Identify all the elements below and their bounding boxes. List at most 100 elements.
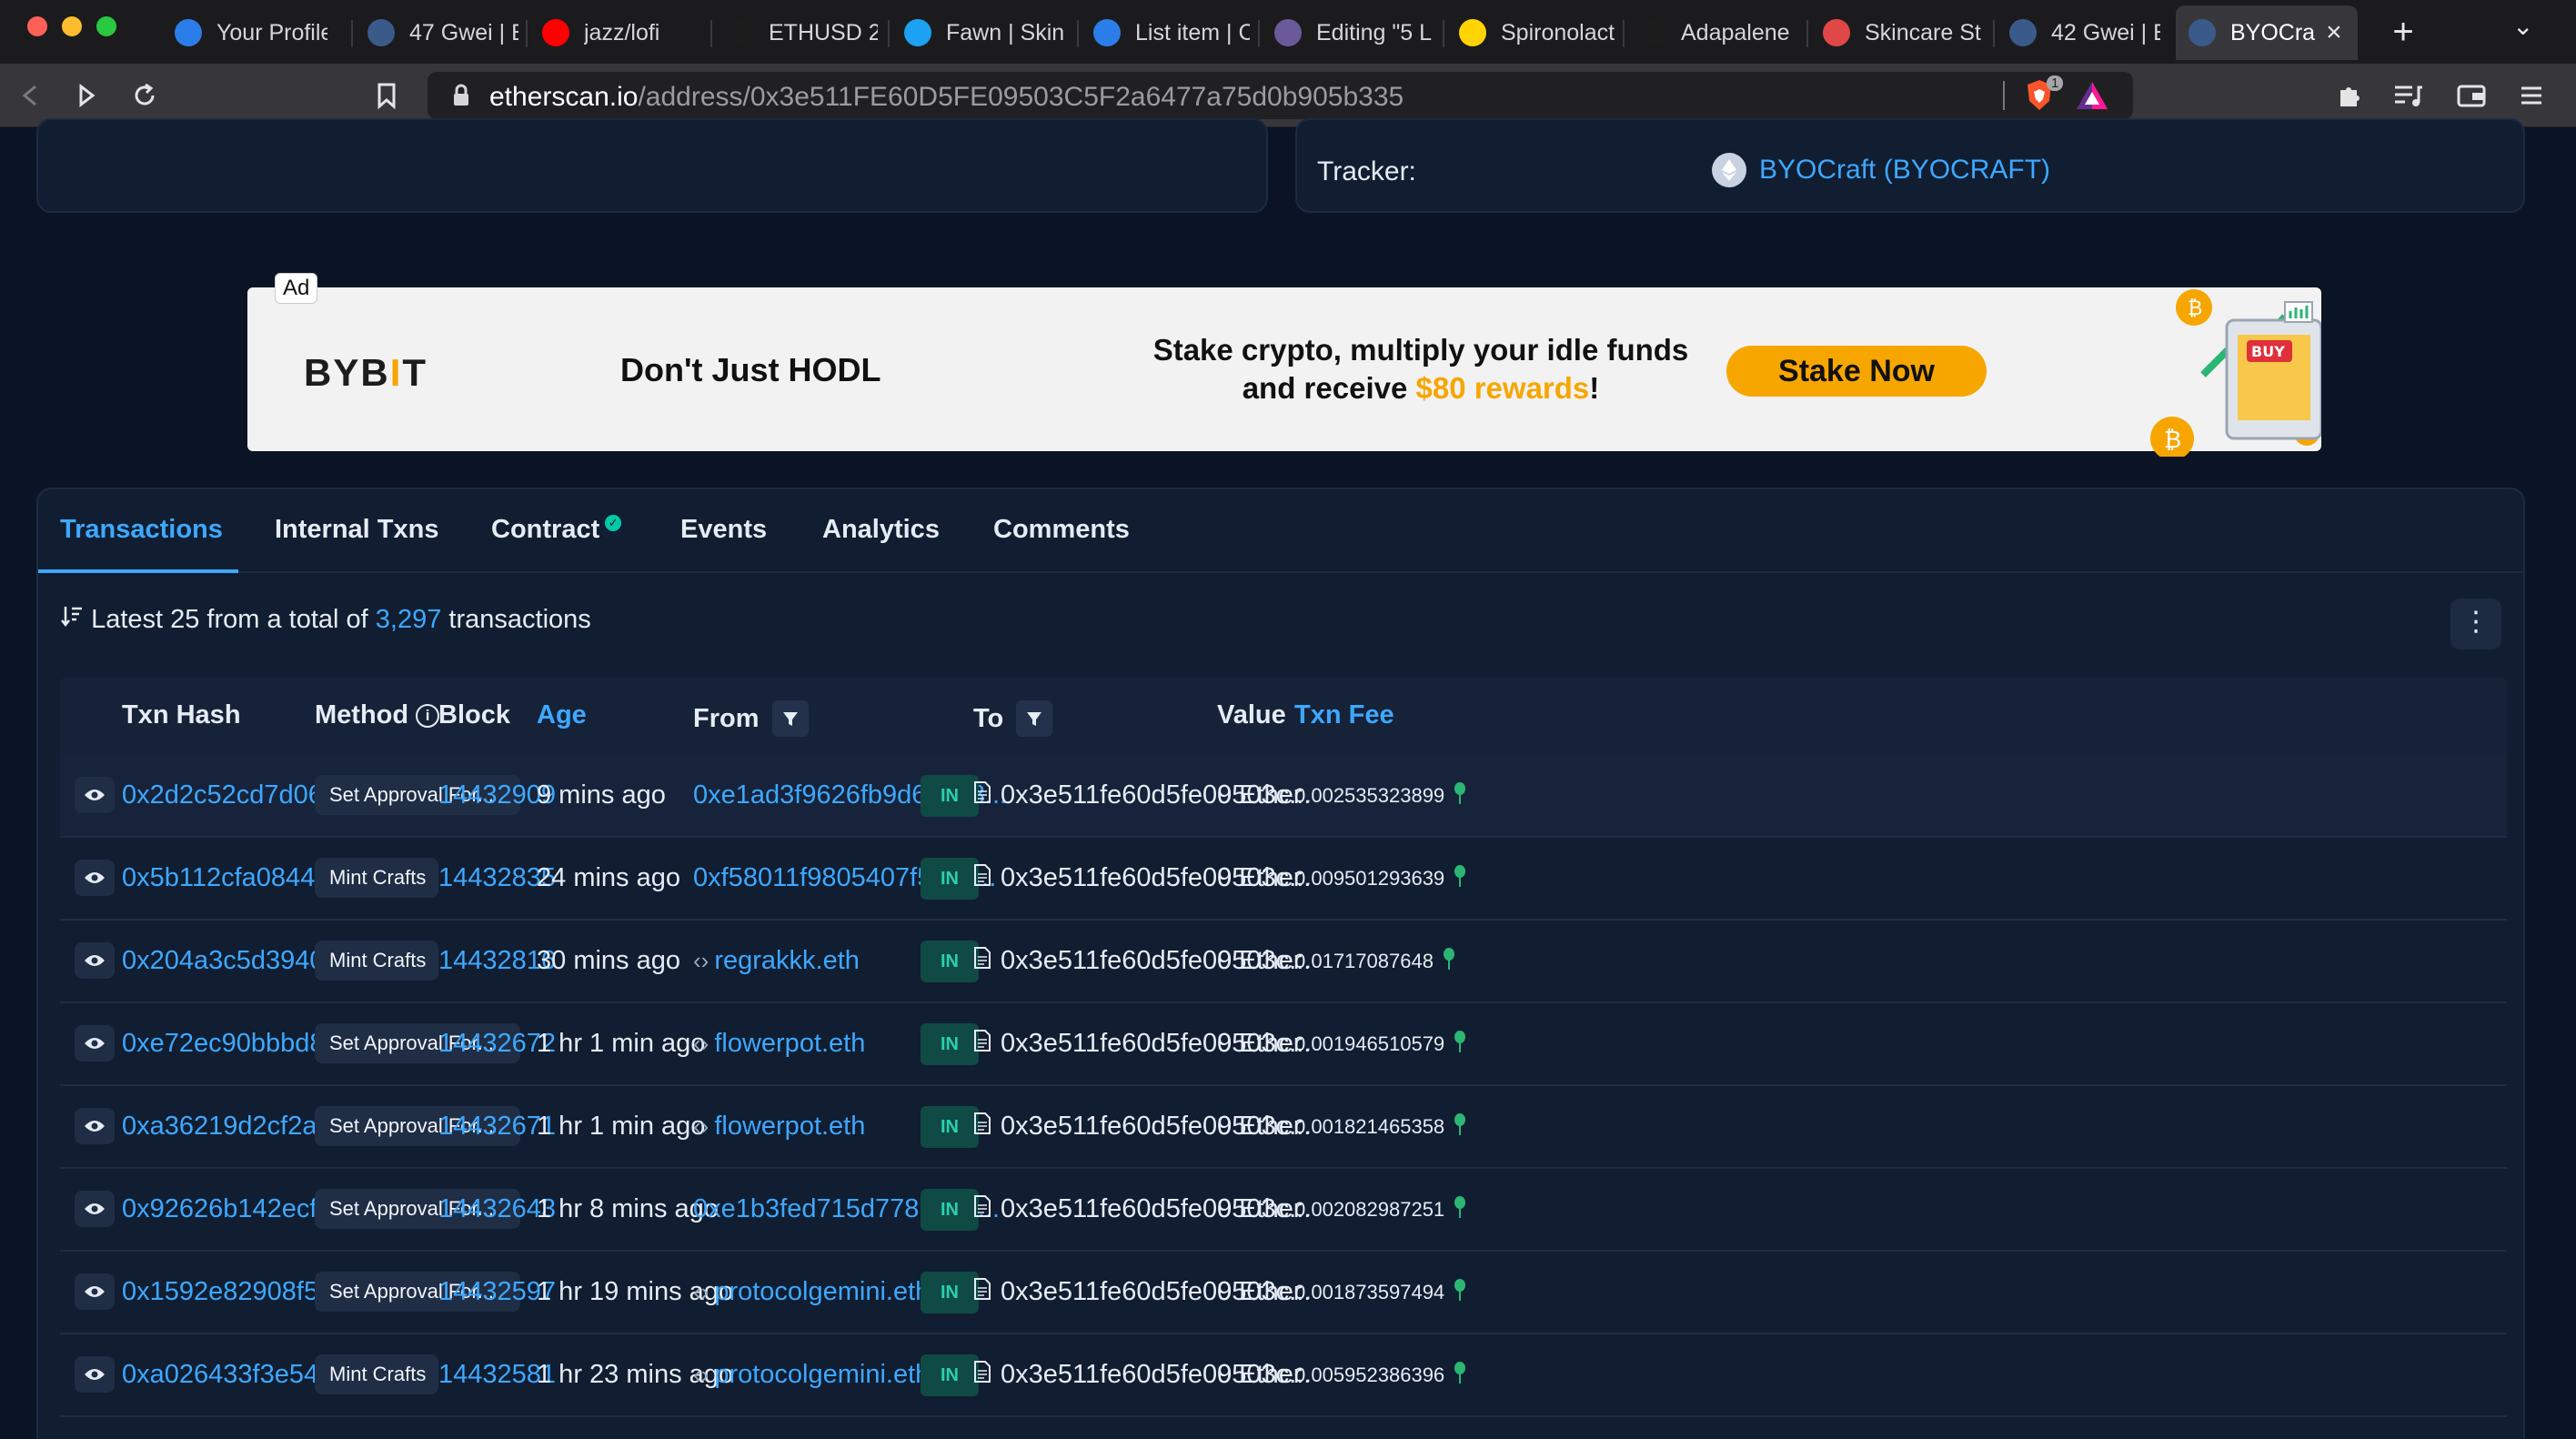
- browser-tab[interactable]: Fawn | Skin: [891, 5, 1070, 60]
- preview-eye-icon[interactable]: [75, 860, 115, 896]
- tab-favicon-icon: [1823, 19, 1850, 46]
- tab-contract[interactable]: Contract ✓: [491, 515, 622, 545]
- filter-icon[interactable]: [771, 700, 809, 737]
- eth-token-icon: [1712, 153, 1746, 187]
- new-tab-button[interactable]: +: [2380, 9, 2427, 56]
- forward-icon[interactable]: [67, 76, 106, 115]
- txn-value: 0 Ether: [1217, 1112, 1303, 1141]
- tracker-token-link[interactable]: BYOCraft (BYOCRAFT): [1712, 153, 2050, 187]
- txn-value: 0 Ether: [1217, 863, 1303, 892]
- gas-pump-icon: [1454, 781, 1466, 810]
- tab-title: ETHUSD 29: [769, 19, 878, 45]
- tab-transactions[interactable]: Transactions: [60, 515, 223, 545]
- browser-tab[interactable]: Adapalene: [1626, 5, 1799, 60]
- contract-doc-icon: [973, 1194, 991, 1225]
- txn-age: 1 hr 8 mins ago: [537, 1194, 719, 1223]
- filter-icon[interactable]: [1016, 700, 1053, 737]
- browser-tab[interactable]: Spironolact: [1446, 5, 1617, 60]
- col-age-toggle[interactable]: Age: [537, 700, 587, 730]
- browser-tab[interactable]: Editing "5 L: [1262, 5, 1434, 60]
- gas-pump-icon: [1454, 1195, 1466, 1224]
- browser-tab[interactable]: 47 Gwei | E: [355, 5, 518, 60]
- preview-eye-icon[interactable]: [75, 1108, 115, 1144]
- bybit-logo: BYBIT: [304, 351, 428, 394]
- browser-tab[interactable]: ETHUSD 29: [714, 5, 878, 60]
- txn-value: 0 Ether: [1217, 1360, 1303, 1389]
- window-minimize-button[interactable]: [62, 16, 82, 36]
- from-address-link[interactable]: ‹› flowerpot.eth: [693, 1086, 865, 1167]
- method-badge: Mint Crafts: [315, 941, 438, 981]
- address-bar[interactable]: etherscan.io/address/0x3e511FE60D5FE0950…: [428, 72, 2133, 119]
- lock-icon: [451, 83, 471, 113]
- tab-favicon-icon: [1459, 19, 1486, 46]
- bookmark-icon[interactable]: [367, 76, 406, 115]
- table-header: Txn Hash Method i Block Age From To Value…: [60, 677, 2507, 755]
- reload-icon[interactable]: [126, 76, 164, 115]
- browser-tab[interactable]: 42 Gwei | E: [1997, 5, 2160, 60]
- browser-tab[interactable]: BYOCra ×: [2176, 5, 2358, 60]
- txn-fee: 0.005952386396: [1294, 1334, 1466, 1415]
- extensions-icon[interactable]: [2330, 76, 2369, 115]
- ens-code-icon: ‹›: [693, 1112, 709, 1140]
- preview-eye-icon[interactable]: [75, 1273, 115, 1310]
- tab-favicon-icon: [542, 19, 569, 46]
- brave-rewards-icon[interactable]: [2074, 79, 2110, 112]
- from-address-link[interactable]: ‹› regrakkk.eth: [693, 921, 860, 1001]
- page-tabs: Transactions Internal Txns Contract ✓ Eve…: [38, 489, 2523, 573]
- browser-tab[interactable]: List item | C: [1081, 5, 1250, 60]
- preview-eye-icon[interactable]: [75, 1356, 115, 1393]
- tab-title: 47 Gwei | E: [409, 19, 518, 45]
- ad-illustration-icon: ₿ ₿ BUY: [2150, 289, 2321, 457]
- tab-close-icon[interactable]: ×: [2326, 17, 2342, 48]
- txn-age: 9 mins ago: [537, 780, 666, 810]
- direction-badge: IN: [921, 858, 979, 900]
- browser-tab-bar: Your Profile 47 Gwei | E jazz/lofi ETHUSD 2…: [0, 0, 2576, 64]
- overview-card-left: [36, 118, 1268, 213]
- tab-separator: [1993, 20, 1995, 47]
- more-options-icon[interactable]: ⋮: [2450, 599, 2501, 649]
- direction-badge: IN: [921, 1354, 979, 1396]
- transactions-table: Txn Hash Method i Block Age From To Value…: [60, 677, 2507, 1417]
- tab-separator: [1077, 20, 1079, 47]
- from-address-link[interactable]: ‹› protocolgemini.eth: [693, 1252, 930, 1333]
- back-icon[interactable]: [11, 76, 49, 115]
- table-row: 0xe72ec90bbbd824da38... Set Approval For.…: [60, 1003, 2507, 1086]
- tab-title: BYOCra: [2230, 19, 2316, 45]
- sort-icon[interactable]: [60, 605, 91, 634]
- tab-analytics[interactable]: Analytics: [822, 515, 940, 545]
- preview-eye-icon[interactable]: [75, 942, 115, 979]
- contract-doc-icon: [973, 1277, 991, 1308]
- total-transactions-link[interactable]: 3,297: [376, 605, 442, 634]
- txn-age: 30 mins ago: [537, 946, 680, 975]
- window-zoom-button[interactable]: [96, 16, 116, 36]
- tab-separator: [1623, 20, 1625, 47]
- tab-events[interactable]: Events: [680, 515, 767, 545]
- tab-title: 42 Gwei | E: [2051, 19, 2160, 45]
- browser-tab[interactable]: Your Profile: [162, 5, 327, 60]
- stake-now-button[interactable]: Stake Now: [1726, 346, 1987, 397]
- preview-eye-icon[interactable]: [75, 1025, 115, 1062]
- preview-eye-icon[interactable]: [75, 777, 115, 813]
- browser-tab[interactable]: jazz/lofi: [529, 5, 702, 60]
- browser-tab[interactable]: Skincare St: [1810, 5, 1985, 60]
- tab-separator: [1806, 20, 1808, 47]
- preview-eye-icon[interactable]: [75, 1191, 115, 1227]
- playlist-icon[interactable]: [2389, 76, 2427, 115]
- col-txn-fee-toggle[interactable]: Txn Fee: [1294, 700, 1394, 730]
- tab-favicon-icon: [727, 19, 754, 46]
- txn-value: 0 Ether: [1217, 1029, 1303, 1058]
- tab-comments[interactable]: Comments: [993, 515, 1130, 545]
- info-icon[interactable]: i: [416, 703, 440, 728]
- table-row: 0xa026433f3e54960619... Mint Crafts 144325…: [60, 1334, 2507, 1417]
- from-address-link[interactable]: ‹› flowerpot.eth: [693, 1003, 865, 1084]
- tab-internal-txns[interactable]: Internal Txns: [275, 515, 439, 545]
- from-address-link[interactable]: ‹› protocolgemini.eth: [693, 1334, 930, 1415]
- txn-value: 0 Ether: [1217, 1194, 1303, 1223]
- browser-menu-icon[interactable]: [2512, 76, 2551, 115]
- address-bar-divider: [2003, 81, 2005, 110]
- wallet-icon[interactable]: [2452, 76, 2490, 115]
- window-close-button[interactable]: [27, 16, 47, 36]
- tab-list-chevron-icon[interactable]: ⌄: [2512, 11, 2533, 41]
- ad-promo-text: Stake crypto, multiply your idle funds a…: [1152, 333, 1689, 405]
- ad-banner[interactable]: BYBIT Don't Just HODL Stake crypto, mult…: [247, 287, 2321, 457]
